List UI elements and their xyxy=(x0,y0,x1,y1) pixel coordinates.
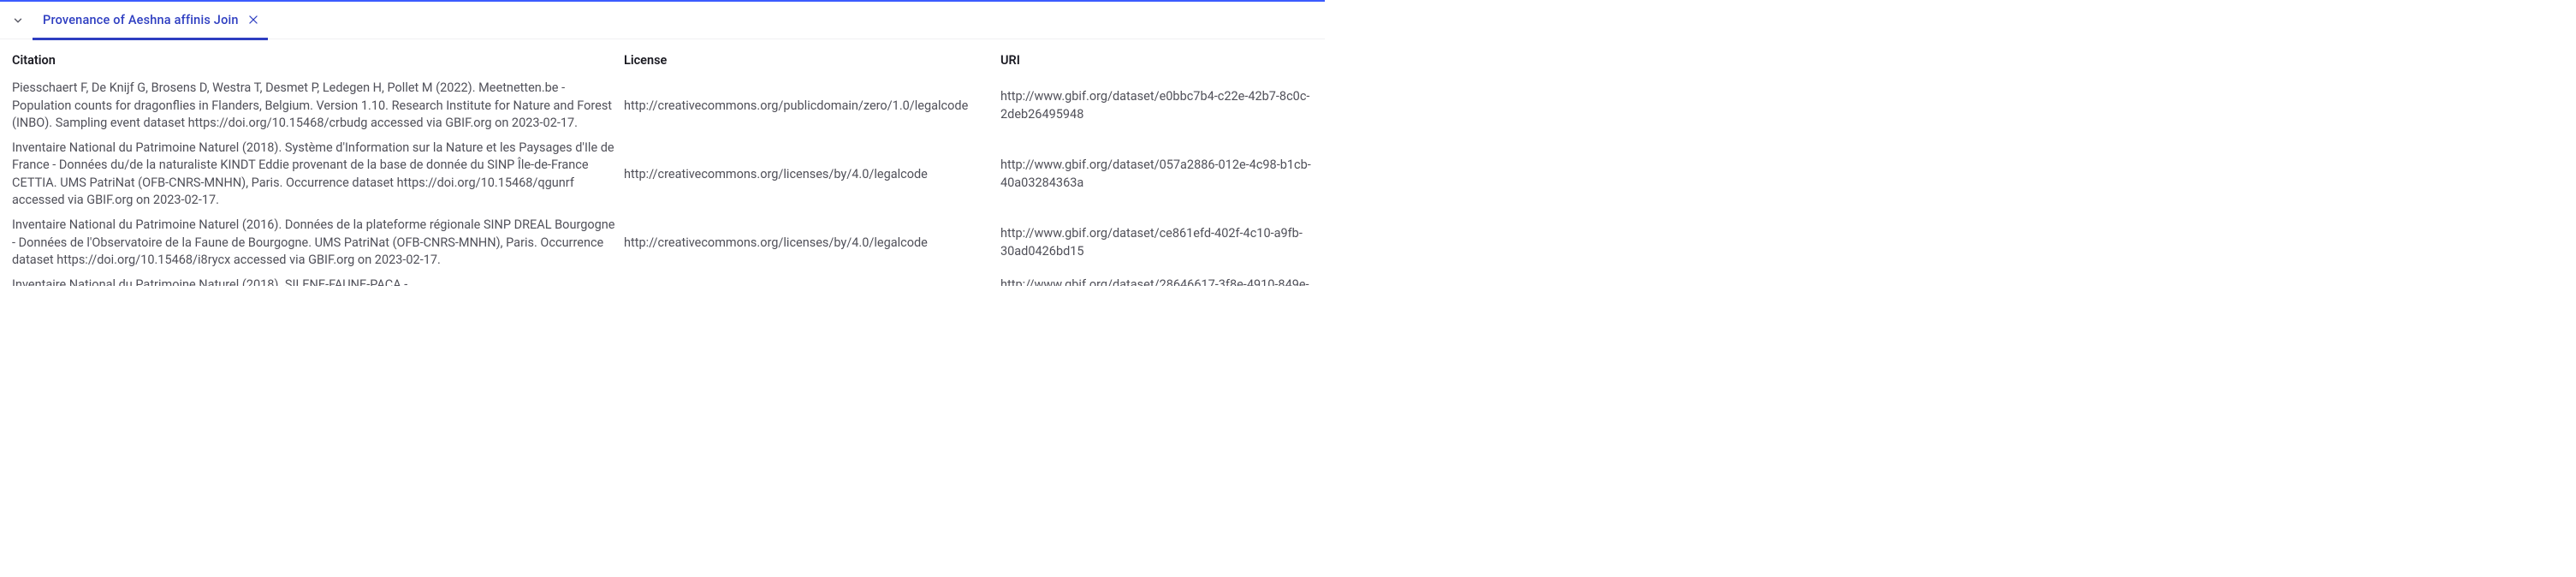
close-icon[interactable] xyxy=(247,14,259,26)
cell-uri: http://www.gbif.org/dataset/ce861efd-402… xyxy=(1000,225,1313,260)
column-header-uri[interactable]: URI xyxy=(1000,53,1313,68)
tab-title: Provenance of Aeshna affinis Join xyxy=(43,13,239,27)
table-row: Inventaire National du Patrimoine Nature… xyxy=(12,213,1313,273)
chevron-down-icon[interactable] xyxy=(3,15,33,27)
table: Citation License URI Piesschaert F, De K… xyxy=(0,39,1325,286)
cell-citation: Inventaire National du Patrimoine Nature… xyxy=(12,217,617,270)
tab-bar: Provenance of Aeshna affinis Join xyxy=(0,2,1325,39)
column-header-citation[interactable]: Citation xyxy=(12,53,617,68)
cell-license: http://creativecommons.org/licenses/by/4… xyxy=(624,285,994,286)
cell-citation: Inventaire National du Patrimoine Nature… xyxy=(12,277,617,286)
cell-uri: http://www.gbif.org/dataset/057a2886-012… xyxy=(1000,157,1313,192)
cell-citation: Piesschaert F, De Knijf G, Brosens D, We… xyxy=(12,80,617,133)
table-body: Piesschaert F, De Knijf G, Brosens D, We… xyxy=(12,76,1313,286)
cell-license: http://creativecommons.org/licenses/by/4… xyxy=(624,235,994,253)
cell-license: http://creativecommons.org/licenses/by/4… xyxy=(624,166,994,184)
cell-uri: http://www.gbif.org/dataset/28646617-3f8… xyxy=(1000,277,1313,286)
table-row: Inventaire National du Patrimoine Nature… xyxy=(12,273,1313,286)
column-header-license[interactable]: License xyxy=(624,53,994,68)
table-row: Inventaire National du Patrimoine Nature… xyxy=(12,136,1313,213)
table-header-row: Citation License URI xyxy=(12,53,1313,76)
tab-provenance[interactable]: Provenance of Aeshna affinis Join xyxy=(33,3,268,40)
cell-uri: http://www.gbif.org/dataset/e0bbc7b4-c22… xyxy=(1000,88,1313,123)
cell-citation: Inventaire National du Patrimoine Nature… xyxy=(12,140,617,210)
table-row: Piesschaert F, De Knijf G, Brosens D, We… xyxy=(12,76,1313,136)
panel: Provenance of Aeshna affinis Join Citati… xyxy=(0,0,1325,286)
cell-license: http://creativecommons.org/publicdomain/… xyxy=(624,98,994,116)
